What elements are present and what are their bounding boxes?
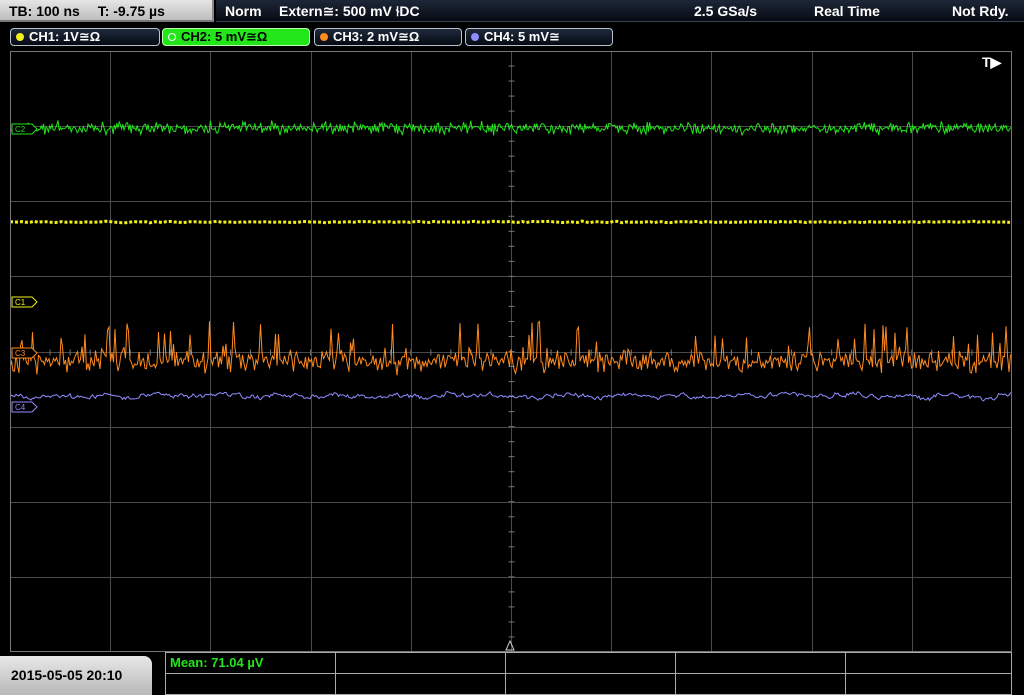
measurement-bar[interactable]: Mean: 71.04 µV xyxy=(165,652,1012,695)
measurement-mean[interactable]: Mean: 71.04 µV xyxy=(166,653,336,674)
tab-ch3[interactable]: CH3: 2 mV≅Ω xyxy=(314,28,462,46)
acquisition-panel[interactable]: Norm Extern≅: 500 mV ⫮DC 2.5 GSa/s Real … xyxy=(216,0,1024,22)
ch3-marker-label: C3 xyxy=(15,349,26,358)
ch2-dot-icon xyxy=(168,33,176,41)
ch2-marker-label: C2 xyxy=(15,125,26,134)
timebase-label: TB: 100 ns xyxy=(9,3,80,19)
measurement-slot[interactable] xyxy=(166,674,336,695)
datetime-display: 2015-05-05 20:10 xyxy=(0,656,152,695)
tab-ch2[interactable]: CH2: 5 mV≅Ω xyxy=(162,28,310,46)
sample-rate-label: 2.5 GSa/s xyxy=(694,3,758,19)
measurement-slot[interactable] xyxy=(676,674,846,695)
ch3-dot-icon xyxy=(320,33,328,41)
status-bar: TB: 100 ns T: -9.75 µs Norm Extern≅: 500… xyxy=(0,0,1024,24)
acquisition-mode-label: Real Time xyxy=(814,3,880,19)
trigger-source-label: Extern≅: 500 mV ⫮DC xyxy=(279,3,420,19)
ch2-offset-marker[interactable]: C2 xyxy=(11,123,38,135)
tab-ch1[interactable]: CH1: 1V≅Ω xyxy=(10,28,160,46)
ch1-offset-marker[interactable]: C1 xyxy=(11,296,38,308)
ch1-marker-label: C1 xyxy=(15,298,26,307)
trigger-mode-label: Norm xyxy=(225,3,262,19)
waveform-display[interactable]: C2 C1 C3 C4 T▶ xyxy=(10,51,1012,652)
time-reference-icon[interactable] xyxy=(505,639,515,651)
measurement-slot[interactable] xyxy=(336,674,506,695)
ch1-trace xyxy=(10,219,1011,225)
tab-ch4[interactable]: CH4: 5 mV≅ xyxy=(465,28,613,46)
measurement-slot[interactable] xyxy=(506,653,676,674)
measurement-slot[interactable] xyxy=(846,653,1012,674)
ch1-dot-icon xyxy=(16,33,24,41)
ch4-offset-marker[interactable]: C4 xyxy=(11,401,38,413)
measurement-slot[interactable] xyxy=(336,653,506,674)
ch4-marker-label: C4 xyxy=(15,403,26,412)
measurement-slot[interactable] xyxy=(846,674,1012,695)
timebase-panel[interactable]: TB: 100 ns T: -9.75 µs xyxy=(0,0,214,22)
ch3-offset-marker[interactable]: C3 xyxy=(11,347,38,359)
ch4-dot-icon xyxy=(471,33,479,41)
trigger-time-label: T: -9.75 µs xyxy=(97,3,165,19)
tab-ch3-label: CH3: 2 mV≅Ω xyxy=(333,29,420,44)
tab-ch4-label: CH4: 5 mV≅ xyxy=(484,29,560,44)
tab-ch2-label: CH2: 5 mV≅Ω xyxy=(181,29,268,44)
trigger-position-marker[interactable]: T▶ xyxy=(982,54,1003,70)
measurement-slot[interactable] xyxy=(676,653,846,674)
acquisition-state-label: Not Rdy. xyxy=(952,3,1009,19)
measurement-slot[interactable] xyxy=(506,674,676,695)
ch2-trace xyxy=(10,119,1012,137)
tab-ch1-label: CH1: 1V≅Ω xyxy=(29,29,101,44)
